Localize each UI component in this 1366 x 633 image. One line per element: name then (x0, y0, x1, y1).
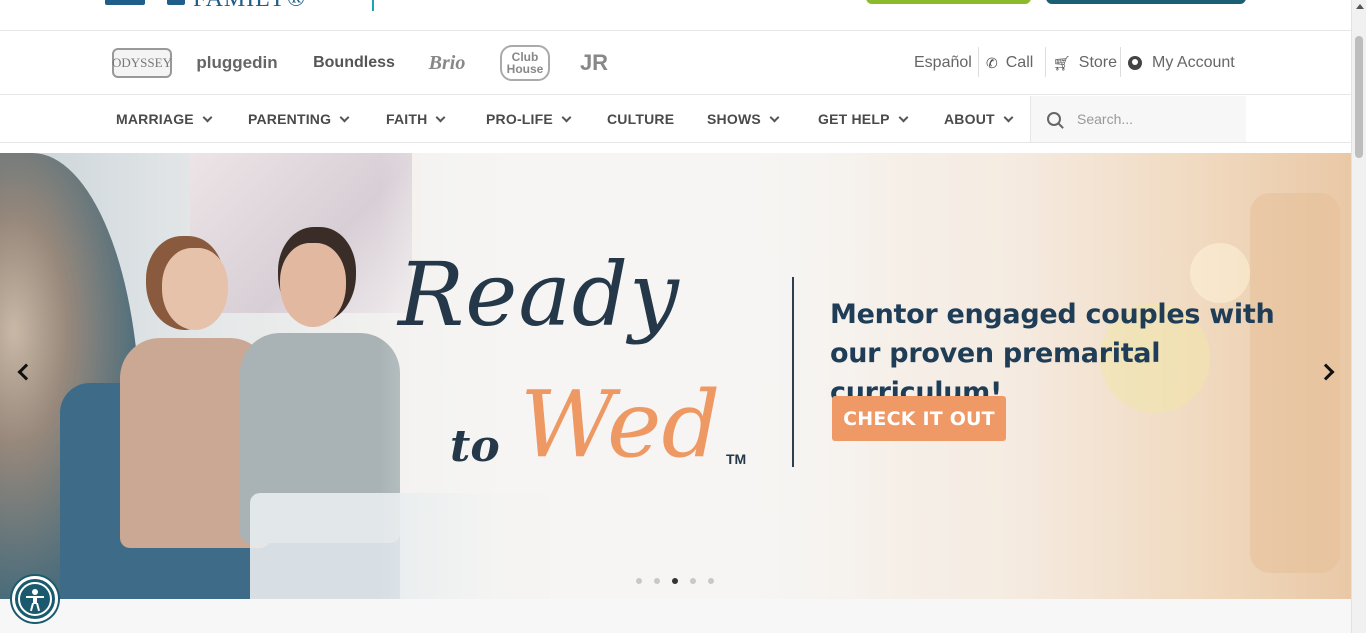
brand-bar: ODYSSEY pluggedin Boundless Brio Club Ho… (0, 31, 1351, 95)
carousel-dot-active[interactable] (672, 578, 678, 584)
accessibility-icon (18, 582, 52, 616)
brand-link-odyssey[interactable]: ODYSSEY (112, 48, 172, 78)
nav-item-marriage[interactable]: MARRIAGE (116, 96, 213, 142)
nav-label: GET HELP (818, 111, 890, 127)
search-icon[interactable] (1047, 112, 1061, 126)
search-box (1030, 96, 1246, 142)
bokeh-light (1190, 243, 1250, 303)
store-link[interactable]: 🛒︎ Store (1053, 31, 1117, 95)
chevron-down-icon (561, 112, 572, 122)
nav-label: ABOUT (944, 111, 995, 127)
account-label: My Account (1152, 54, 1235, 71)
scrollbar-thumb[interactable] (1355, 36, 1363, 158)
nav-label: PARENTING (248, 111, 332, 127)
espanol-label: Español (914, 54, 972, 71)
cart-icon: 🛒︎ (1053, 54, 1071, 71)
hero-title-to: to (450, 421, 500, 472)
phone-icon: ✆ (986, 54, 998, 71)
carousel-dot[interactable] (654, 578, 660, 584)
espanol-link[interactable]: Español (914, 31, 972, 95)
nav-item-about[interactable]: ABOUT (944, 96, 1014, 142)
brand-link-plugged-in[interactable]: pluggedin (196, 45, 278, 81)
carousel-dots (636, 578, 714, 584)
call-link[interactable]: ✆ Call (986, 31, 1033, 95)
brand-link-brio[interactable]: Brio (424, 45, 470, 81)
hero-title-wed: Wed (520, 371, 721, 478)
brand-link-boundless[interactable]: Boundless (308, 45, 400, 81)
hero-divider (792, 277, 794, 467)
carousel-dot[interactable] (690, 578, 696, 584)
chevron-down-icon (202, 112, 213, 122)
nav-label: FAITH (386, 111, 428, 127)
hero-tagline-line1: Mentor engaged couples with (830, 299, 1275, 330)
hero-tagline: Mentor engaged couples with our proven p… (830, 295, 1340, 412)
nav-item-get-help[interactable]: GET HELP (818, 96, 909, 142)
nav-item-shows[interactable]: SHOWS (707, 96, 780, 142)
page-scrollbar[interactable] (1351, 0, 1366, 633)
nav-label: PRO-LIFE (486, 111, 553, 127)
top-teal-button[interactable] (1046, 0, 1246, 4)
nav-item-pro-life[interactable]: PRO-LIFE (486, 96, 572, 142)
nav-label: SHOWS (707, 111, 761, 127)
top-green-button[interactable] (866, 0, 1031, 4)
chevron-down-icon (1003, 112, 1014, 122)
chevron-down-icon (769, 112, 780, 122)
chevron-down-icon (436, 112, 446, 122)
call-label: Call (1005, 54, 1034, 71)
util-divider (1120, 47, 1121, 77)
brand-link-clubhouse-jr[interactable]: JR (576, 45, 612, 81)
nav-label: CULTURE (607, 111, 675, 127)
store-label: Store (1078, 54, 1118, 71)
site-logo[interactable]: FAMILY® (105, 0, 306, 12)
main-nav: MARRIAGE PARENTING FAITH PRO-LIFE CULTUR… (0, 96, 1351, 143)
accessibility-button[interactable] (12, 576, 58, 622)
content-area (0, 599, 1351, 633)
util-divider (978, 47, 979, 77)
top-header-strip: FAMILY® (0, 0, 1351, 31)
check-it-out-button[interactable]: CHECK IT OUT (832, 396, 1006, 441)
hero-title-ready: Ready (398, 243, 680, 346)
brand-link-clubhouse[interactable]: Club House (500, 45, 550, 81)
carousel-dot[interactable] (708, 578, 714, 584)
scroll-up-arrow-icon[interactable] (1356, 4, 1364, 9)
search-input[interactable] (1077, 111, 1227, 127)
hero-trademark: TM (726, 451, 747, 467)
account-circle-icon (1128, 56, 1142, 70)
hero-carousel: Ready to Wed TM Mentor engaged couples w… (0, 153, 1351, 599)
nav-item-faith[interactable]: FAITH (386, 96, 446, 142)
util-divider (1045, 47, 1046, 77)
carousel-dot[interactable] (636, 578, 642, 584)
nav-label: MARRIAGE (116, 111, 194, 127)
chevron-down-icon (898, 112, 909, 122)
logo-divider (372, 0, 374, 11)
chevron-down-icon (339, 112, 350, 122)
nav-item-culture[interactable]: CULTURE (607, 96, 674, 142)
nav-item-parenting[interactable]: PARENTING (248, 96, 350, 142)
my-account-link[interactable]: My Account (1128, 31, 1235, 95)
